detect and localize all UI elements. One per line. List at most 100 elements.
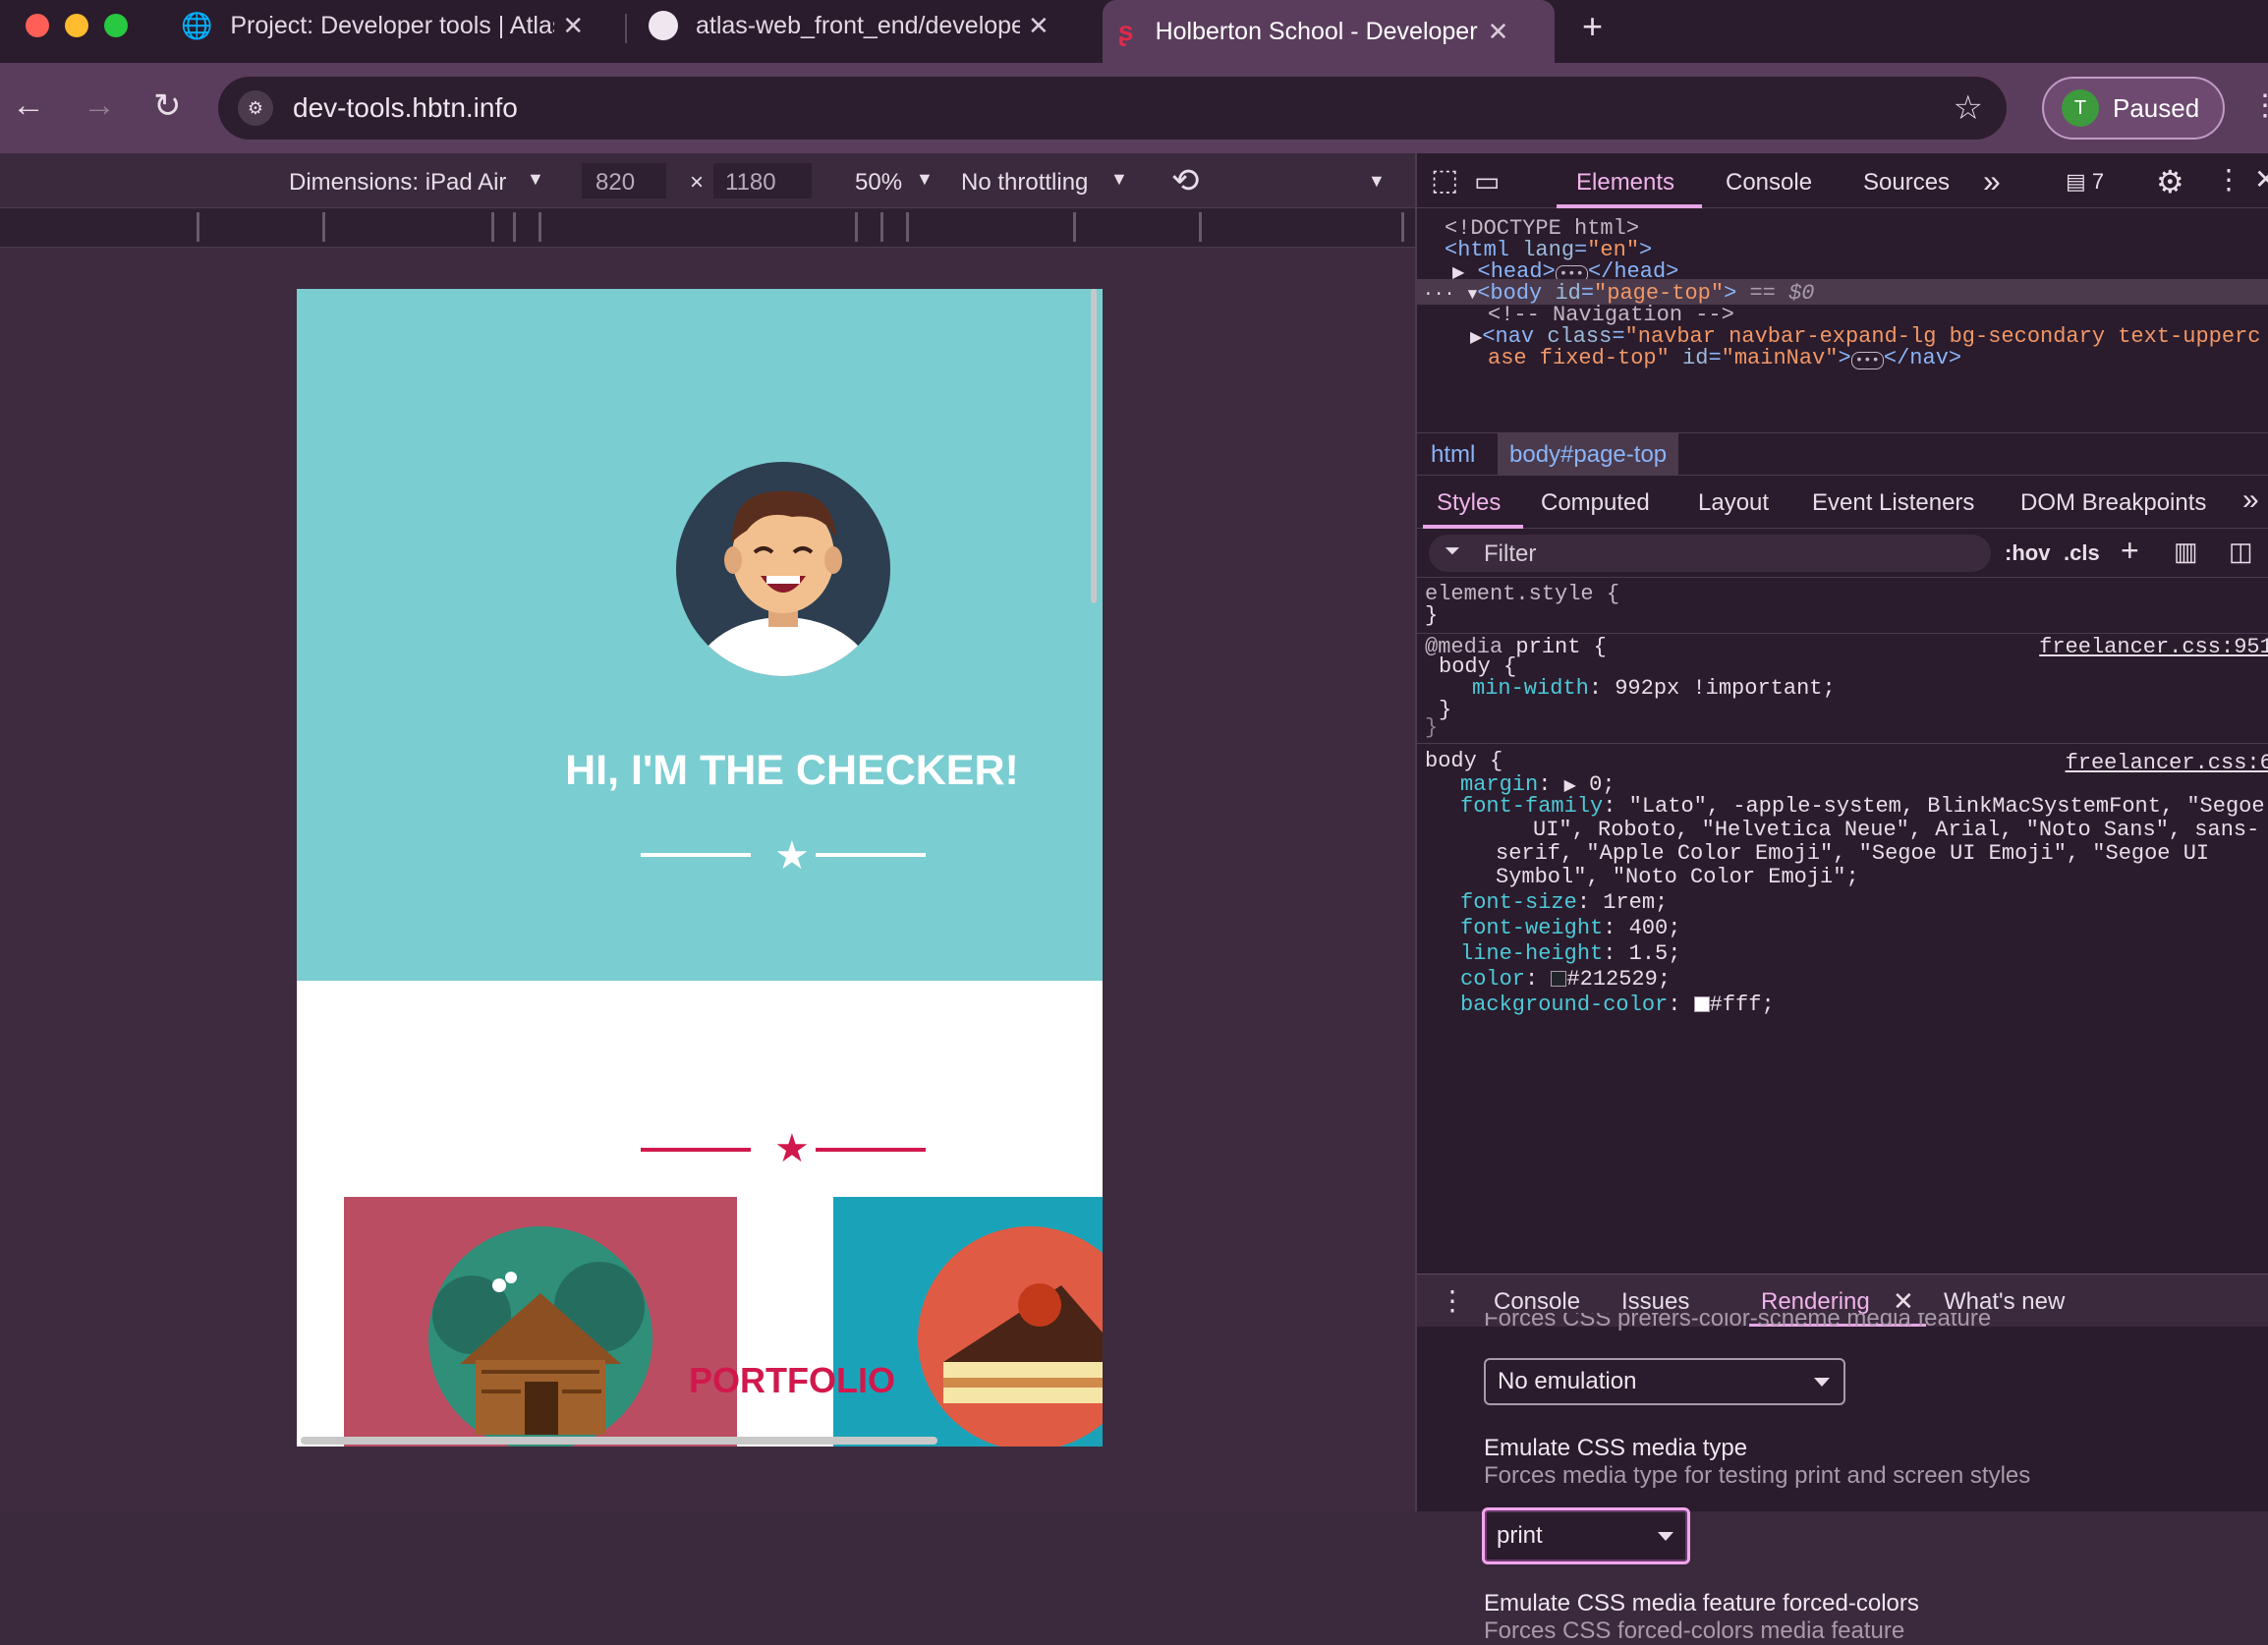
gear-icon[interactable]: ⚙ (2156, 163, 2184, 200)
window-close-button[interactable] (26, 14, 49, 37)
portfolio-card-cake[interactable] (833, 1197, 1103, 1446)
horizontal-scrollbar[interactable] (301, 1437, 937, 1445)
close-devtools-icon[interactable]: ✕ (2254, 163, 2268, 196)
media-query-ruler[interactable] (0, 208, 1415, 248)
rotate-icon[interactable]: ⟲ (1171, 161, 1200, 200)
tab-event-listeners[interactable]: Event Listeners (1812, 489, 1974, 517)
drawer-tab-whats-new[interactable]: What's new (1944, 1288, 2065, 1316)
css-declaration[interactable]: background-color: #fff; (1460, 993, 1775, 1017)
cls-toggle[interactable]: .cls (2064, 540, 2100, 566)
window-minimize-button[interactable] (65, 14, 88, 37)
profile-button[interactable]: T Paused (2042, 77, 2225, 140)
collapse-triangle-icon[interactable]: ▼ (1468, 286, 1478, 304)
forward-icon[interactable]: → (83, 86, 116, 125)
masthead: ★ (297, 289, 1103, 981)
throttling-select[interactable]: No throttling (961, 169, 1088, 197)
toggle-sidebar-icon[interactable]: ◫ (2229, 537, 2253, 567)
ellipsis-icon[interactable]: ··· (1423, 285, 1454, 305)
devtools-menu-icon[interactable]: ⋮ (2215, 163, 2242, 196)
filter-input[interactable]: ⏷ Filter (1429, 535, 1991, 572)
star-icon: ★ (774, 1127, 810, 1170)
chevron-down-icon: ▼ (527, 169, 544, 189)
tag-text: </nav> (1883, 346, 1962, 370)
vertical-scrollbar[interactable] (1091, 289, 1097, 603)
portfolio-card-cabin[interactable] (344, 1197, 737, 1446)
paint-brush-icon[interactable]: ▥ (2174, 537, 2198, 567)
browser-tab[interactable]: 🌐 Project: Developer tools | Atlas ✕ (165, 0, 617, 51)
drawer-tab-issues[interactable]: Issues (1621, 1288, 1689, 1316)
prop-name: background-color (1460, 993, 1669, 1017)
more-options-icon[interactable]: ▼ (1368, 171, 1386, 192)
divider-line (641, 1148, 751, 1152)
css-declaration[interactable]: color: #212529; (1460, 967, 1671, 992)
breadcrumb-body[interactable]: body#page-top (1498, 433, 1679, 475)
tab-sources[interactable]: Sources (1863, 169, 1950, 197)
bookmark-star-icon[interactable]: ☆ (1954, 88, 1983, 128)
source-link[interactable]: freelancer.css:61 (2066, 751, 2268, 775)
source-link[interactable]: freelancer.css:9516 (2039, 635, 2268, 659)
media-type-select[interactable]: print (1482, 1507, 1690, 1564)
issues-badge[interactable]: ▤ 7 (2066, 169, 2104, 195)
browser-menu-icon[interactable]: ⋮ (2250, 88, 2268, 123)
prop-name: font-weight (1460, 916, 1604, 940)
browser-tab-active[interactable]: ʂ Holberton School - Developer tools ✕ (1103, 0, 1555, 63)
device-toolbar: Dimensions: iPad Air ▼ 820 × 1180 50% ▼ … (0, 153, 1415, 208)
select-value: No emulation (1498, 1368, 1637, 1394)
tab-dom-breakpoints[interactable]: DOM Breakpoints (2020, 489, 2206, 517)
tab-close-icon[interactable]: ✕ (1488, 17, 1509, 47)
new-rule-icon[interactable]: + (2121, 533, 2139, 569)
avatar: T (2062, 89, 2099, 127)
hov-toggle[interactable]: :hov (2005, 540, 2050, 566)
color-swatch[interactable] (1693, 996, 1710, 1013)
height-input[interactable]: 1180 (713, 163, 812, 199)
new-tab-button[interactable]: + (1582, 6, 1603, 47)
color-scheme-select[interactable]: No emulation (1484, 1358, 1845, 1405)
more-tabs-icon[interactable]: » (1983, 163, 2001, 199)
color-swatch[interactable] (1551, 971, 1567, 988)
issues-count: 7 (2091, 169, 2105, 194)
selector-text[interactable]: body { (1425, 749, 1503, 773)
tab-close-icon[interactable]: ✕ (1028, 11, 1049, 41)
tab-styles[interactable]: Styles (1437, 489, 1501, 517)
drawer-tab-console[interactable]: Console (1494, 1288, 1580, 1316)
browser-tab[interactable]: atlas-web_front_end/developer_tools ✕ (633, 0, 1085, 51)
tab-layout[interactable]: Layout (1698, 489, 1769, 517)
drawer-menu-icon[interactable]: ⋮ (1439, 1284, 1466, 1317)
width-input[interactable]: 820 (582, 163, 666, 199)
dom-node-nav-cont[interactable]: ase fixed-top" id="mainNav"> ••• </nav> (1488, 346, 1961, 370)
scrolled-text: Forces CSS prefers-color-scheme media fe… (1484, 1313, 1991, 1334)
window-maximize-button[interactable] (104, 14, 128, 37)
site-settings-icon[interactable]: ⚙ (238, 90, 273, 126)
emulated-page[interactable]: ★ ★ (297, 289, 1103, 1446)
divider-line (816, 853, 926, 857)
media-type-desc: Forces media type for testing print and … (1484, 1462, 2031, 1489)
prop-value: #212529; (1566, 967, 1672, 992)
device-toggle-icon[interactable]: ▭ (1474, 165, 1500, 198)
breadcrumb-html[interactable]: html (1431, 441, 1475, 469)
css-declaration[interactable]: font-size: 1rem; (1460, 890, 1668, 915)
tab-elements[interactable]: Elements (1576, 169, 1674, 197)
device-select[interactable]: Dimensions: iPad Air (289, 169, 506, 197)
css-declaration[interactable]: font-family: "Lato", -apple-system, Blin… (1460, 794, 2265, 819)
tab-close-icon[interactable]: ✕ (562, 11, 584, 41)
css-declaration[interactable]: min-width: 992px !important; (1472, 676, 1836, 701)
address-bar[interactable]: ⚙ dev-tools.hbtn.info ☆ (218, 77, 2007, 140)
tab-title: atlas-web_front_end/developer_tools (696, 11, 1020, 39)
prop-name: min-width (1472, 676, 1589, 701)
more-tabs-icon[interactable]: » (2242, 483, 2259, 517)
inspect-element-icon[interactable]: ⬚ (1431, 163, 1458, 198)
reload-icon[interactable]: ↻ (153, 86, 182, 126)
css-declaration[interactable]: font-weight: 400; (1460, 916, 1680, 940)
zoom-select[interactable]: 50% (855, 169, 902, 197)
drawer-tab-rendering[interactable]: Rendering (1761, 1288, 1870, 1316)
tab-computed[interactable]: Computed (1541, 489, 1650, 517)
css-declaration[interactable]: line-height: 1.5; (1460, 941, 1680, 966)
rule-close: } (1425, 603, 1439, 628)
rendering-panel: Forces CSS prefers-color-scheme media fe… (1417, 1313, 2268, 1644)
back-icon[interactable]: ← (12, 86, 45, 125)
expand-triangle-icon[interactable]: ▶ (1564, 777, 1576, 795)
rule-element-style[interactable]: element.style { (1425, 582, 1619, 606)
expand-triangle-icon[interactable]: ▶ (1470, 329, 1482, 347)
tab-console[interactable]: Console (1726, 169, 1812, 197)
ellipsis-icon[interactable]: ••• (1850, 352, 1884, 369)
